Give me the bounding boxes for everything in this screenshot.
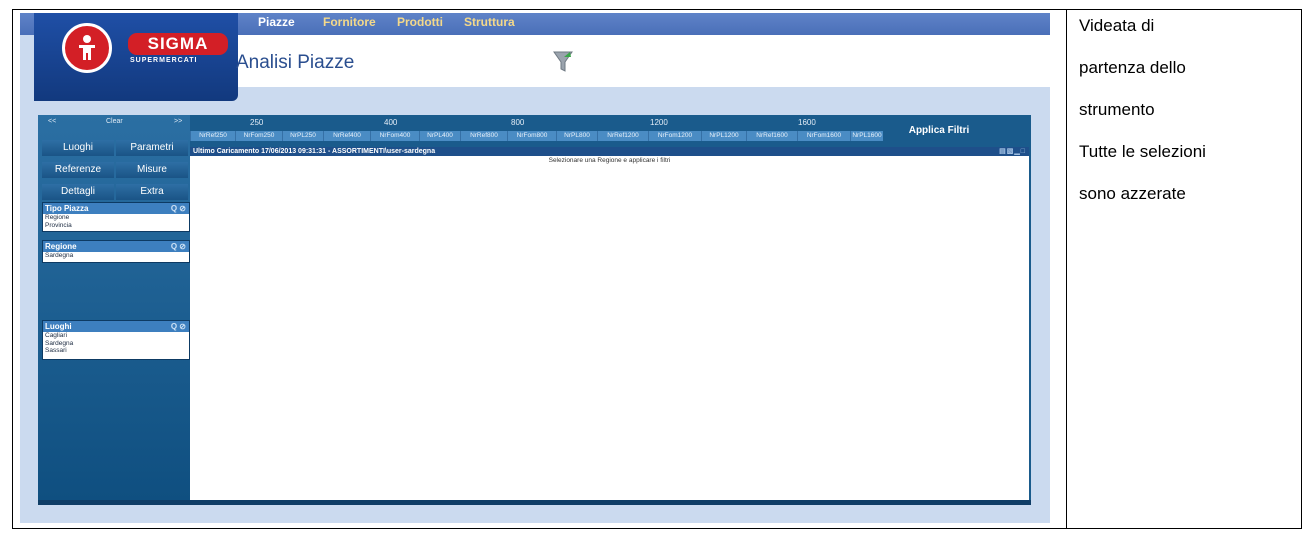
search-icon[interactable]: Q ⊘ xyxy=(171,321,186,332)
filter-option[interactable]: Sardegna xyxy=(43,252,189,260)
filter-funnel-icon[interactable] xyxy=(552,49,574,75)
sidebar: << Clear >> Luoghi Parametri Referenze M… xyxy=(38,115,190,500)
group-label: 800 xyxy=(511,118,525,127)
column-button[interactable]: NrFom1200 xyxy=(648,131,701,141)
note-line: strumento xyxy=(1079,100,1155,119)
group-label: 250 xyxy=(250,118,264,127)
parametri-button[interactable]: Parametri xyxy=(116,140,188,156)
table-divider xyxy=(1066,9,1067,529)
filter-luoghi: Luoghi Q ⊘ Cagliari Sardegna Sassari xyxy=(42,320,190,360)
group-label: 1600 xyxy=(798,118,816,127)
next-button[interactable]: >> xyxy=(174,118,182,125)
filter-option[interactable]: Cagliari xyxy=(43,332,189,340)
content-panel: Selezionare una Regione e applicare i fi… xyxy=(190,156,1029,500)
app-bottom-border xyxy=(38,500,1031,505)
filter-title: Regione xyxy=(45,242,77,251)
filter-option[interactable]: Regione xyxy=(43,214,189,222)
column-button[interactable]: NrRef400 xyxy=(323,131,370,141)
filter-option[interactable]: Sardegna xyxy=(43,340,189,348)
window-controls-icon[interactable]: ▤▧▁□ xyxy=(999,147,1026,156)
nav-tab-struttura[interactable]: Struttura xyxy=(464,15,515,29)
dettagli-button[interactable]: Dettagli xyxy=(42,184,114,200)
misure-button[interactable]: Misure xyxy=(116,162,188,178)
column-button[interactable]: NrFom250 xyxy=(235,131,282,141)
column-button[interactable]: NrFom400 xyxy=(370,131,419,141)
search-icon[interactable]: Q ⊘ xyxy=(171,241,186,252)
luoghi-button[interactable]: Luoghi xyxy=(42,140,114,156)
nav-tab-fornitore[interactable]: Fornitore xyxy=(323,15,376,29)
search-icon[interactable]: Q ⊘ xyxy=(171,203,186,214)
logo-panel: SIGMA SUPERMERCATI xyxy=(34,13,238,101)
page-title: Analisi Piazze xyxy=(236,52,355,73)
column-button[interactable]: NrRef1200 xyxy=(597,131,648,141)
sidebar-nav-buttons: << Clear >> xyxy=(42,118,188,128)
nav-tab-prodotti[interactable]: Prodotti xyxy=(397,15,443,29)
column-button[interactable]: NrPL800 xyxy=(556,131,597,141)
brand-logo: SIGMA xyxy=(128,33,228,55)
column-button[interactable]: NrFom800 xyxy=(507,131,556,141)
brand-subtitle: SUPERMERCATI xyxy=(130,57,198,64)
column-button[interactable]: NrFom1600 xyxy=(797,131,850,141)
app-screenshot: Piazze Fornitore Prodotti Struttura SIGM… xyxy=(20,13,1050,523)
extra-button[interactable]: Extra xyxy=(116,184,188,200)
referenze-button[interactable]: Referenze xyxy=(42,162,114,178)
column-button[interactable]: NrPL1600 xyxy=(850,131,883,141)
note-line: partenza dello xyxy=(1079,58,1186,77)
empty-state-message: Selezionare una Regione e applicare i fi… xyxy=(548,157,671,164)
note-line: sono azzerate xyxy=(1079,184,1186,203)
filter-option[interactable]: Provincia xyxy=(43,222,189,230)
column-button[interactable]: NrRef800 xyxy=(460,131,507,141)
prev-button[interactable]: << xyxy=(48,118,56,125)
app-window: << Clear >> Luoghi Parametri Referenze M… xyxy=(38,115,1031,505)
filter-option[interactable]: Sassari xyxy=(43,347,189,355)
nav-tab-piazze[interactable]: Piazze xyxy=(258,15,295,29)
column-toolbar: 250 400 800 1200 1600 NrRef250 NrFom250 … xyxy=(190,115,1031,143)
apply-filters-button[interactable]: Applica Filtri xyxy=(884,121,994,141)
column-button[interactable]: NrPL250 xyxy=(282,131,323,141)
note-line: Videata di xyxy=(1079,16,1155,35)
column-button[interactable]: NrRef250 xyxy=(190,131,235,141)
column-button[interactable]: NrPL1200 xyxy=(701,131,746,141)
info-bar: Ultimo Caricamento 17/06/2013 09:31:31 -… xyxy=(190,147,1029,156)
column-button[interactable]: NrPL400 xyxy=(419,131,460,141)
filter-title: Tipo Piazza xyxy=(45,204,89,213)
filter-regione: Regione Q ⊘ Sardegna xyxy=(42,240,190,263)
column-button[interactable]: NrRef1600 xyxy=(746,131,797,141)
group-label: 400 xyxy=(384,118,398,127)
filter-title: Luoghi xyxy=(45,322,72,331)
clear-button[interactable]: Clear xyxy=(106,118,123,125)
group-label: 1200 xyxy=(650,118,668,127)
last-load-status: Ultimo Caricamento 17/06/2013 09:31:31 -… xyxy=(193,148,436,155)
logo-person-icon xyxy=(62,23,112,73)
filter-tipo-piazza: Tipo Piazza Q ⊘ Regione Provincia xyxy=(42,202,190,232)
note-line: Tutte le selezioni xyxy=(1079,142,1206,161)
